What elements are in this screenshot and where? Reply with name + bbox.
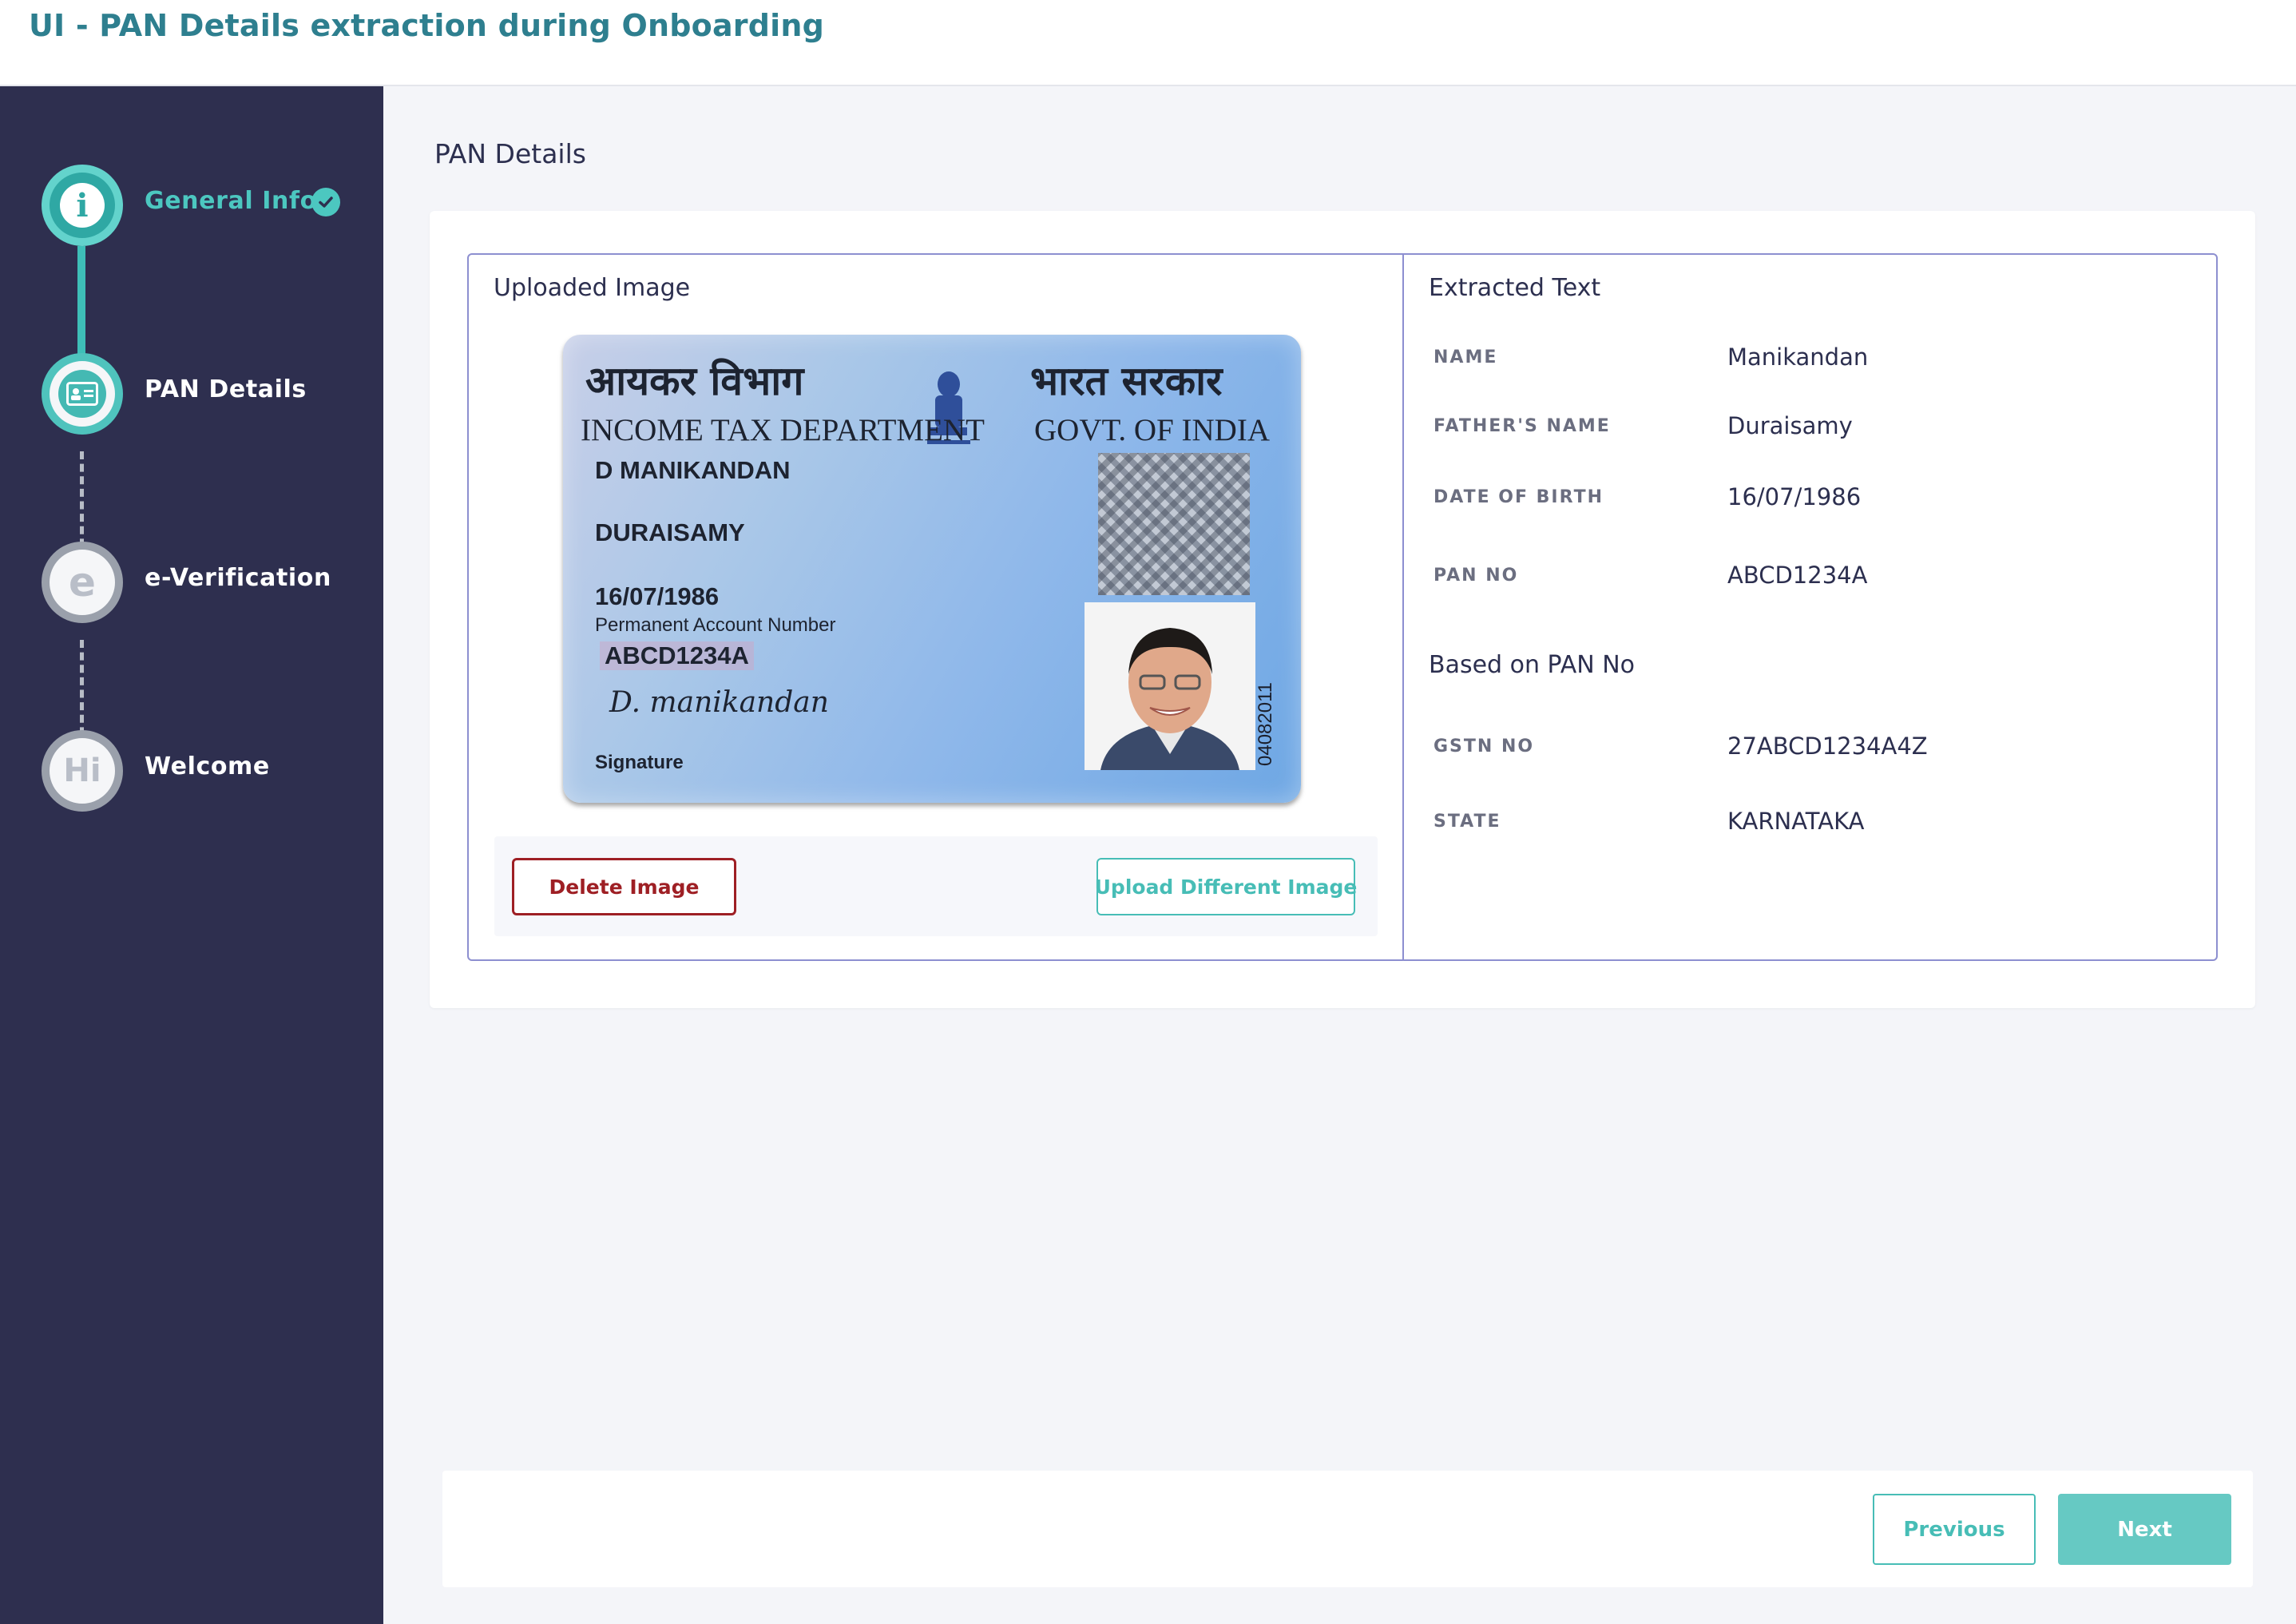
page-title: UI - PAN Details extraction during Onboa… xyxy=(29,8,825,43)
pan-number: ABCD1234A xyxy=(600,641,754,670)
pan-govt: GOVT. OF INDIA xyxy=(1034,413,1270,447)
pan-number-label: Permanent Account Number xyxy=(595,614,836,636)
field-value-name: Manikandan xyxy=(1727,343,1869,371)
step-circle xyxy=(42,353,123,435)
step-label: Welcome xyxy=(145,752,270,780)
pan-hindi-govt: भारत सरकार xyxy=(1030,357,1223,404)
step-label: General Info xyxy=(145,187,317,215)
step-label: PAN Details xyxy=(145,375,307,403)
pan-hindi-dept: आयकर विभाग xyxy=(585,357,804,404)
previous-button[interactable]: Previous xyxy=(1873,1494,2036,1565)
pan-name: D MANIKANDAN xyxy=(595,456,791,484)
field-value-father-name: Duraisamy xyxy=(1727,412,1853,439)
hi-letter-icon: Hi xyxy=(63,752,101,789)
field-label-pan-no: PAN NO xyxy=(1434,566,1519,586)
panel-divider xyxy=(1402,253,1404,961)
step-label: e-Verification xyxy=(145,564,331,592)
step-circle: i xyxy=(42,165,123,246)
field-value-pan-no: ABCD1234A xyxy=(1727,562,1868,589)
card-photo xyxy=(1085,602,1255,770)
info-icon: i xyxy=(60,183,105,228)
step-pan-details[interactable]: PAN Details xyxy=(42,353,377,435)
field-label-father-name: FATHER'S NAME xyxy=(1434,416,1611,436)
field-label-dob: DATE OF BIRTH xyxy=(1434,487,1604,507)
pan-signature: D. manikandan xyxy=(609,686,829,719)
field-value-gstn-no: 27ABCD1234A4Z xyxy=(1727,733,1928,760)
extracted-text-title: Extracted Text xyxy=(1429,274,1601,302)
app-header: UI - PAN Details extraction during Onboa… xyxy=(0,0,2296,86)
section-heading: PAN Details xyxy=(434,138,586,169)
pan-card-image: आयकर विभाग भारत सरकार INCOME TAX DEPARTM… xyxy=(563,335,1301,803)
pan-father: DURAISAMY xyxy=(595,518,745,546)
id-card-icon xyxy=(58,370,106,418)
pan-dob: 16/07/1986 xyxy=(595,582,720,610)
field-value-state: KARNATAKA xyxy=(1727,808,1865,835)
step-general-info[interactable]: i General Info xyxy=(42,165,377,246)
pan-dept: INCOME TAX DEPARTMENT xyxy=(581,413,985,447)
hologram xyxy=(1098,453,1250,595)
next-button[interactable]: Next xyxy=(2058,1494,2231,1565)
step-circle: e xyxy=(42,542,123,623)
field-label-state: STATE xyxy=(1434,812,1501,832)
step-circle: Hi xyxy=(42,730,123,812)
upload-different-image-button[interactable]: Upload Different Image xyxy=(1095,858,1357,915)
pan-serial: 04082011 xyxy=(1255,682,1276,766)
based-on-pan-title: Based on PAN No xyxy=(1429,651,1636,679)
uploaded-image-title: Uploaded Image xyxy=(494,274,691,302)
field-label-name: NAME xyxy=(1434,347,1498,367)
delete-image-button[interactable]: Delete Image xyxy=(512,858,736,915)
step-welcome[interactable]: Hi Welcome xyxy=(42,730,377,812)
sidebar-stepper: i General Info PAN Details e e-Verificat… xyxy=(0,86,383,1624)
field-value-dob: 16/07/1986 xyxy=(1727,483,1862,510)
field-label-gstn-no: GSTN NO xyxy=(1434,737,1535,756)
step-e-verification[interactable]: e e-Verification xyxy=(42,542,377,623)
pan-signature-label: Signature xyxy=(595,752,684,773)
e-letter-icon: e xyxy=(69,559,96,606)
check-icon xyxy=(311,188,340,216)
